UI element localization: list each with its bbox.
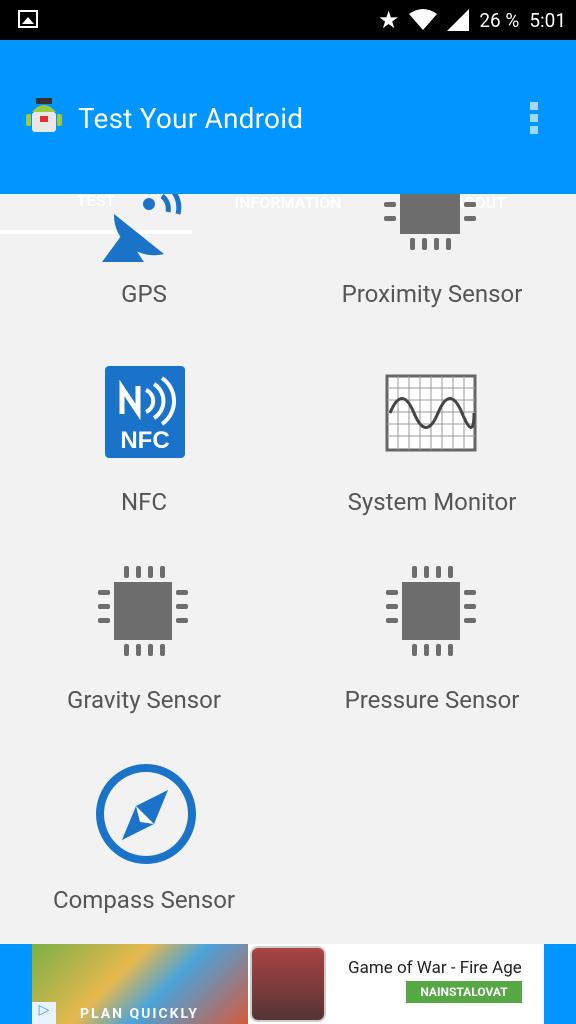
svg-text:NFC: NFC xyxy=(120,427,169,454)
item-label: Gravity Sensor xyxy=(67,686,221,714)
battery-text: 26 % xyxy=(479,8,520,32)
chip-icon xyxy=(386,566,476,656)
chip-icon xyxy=(384,194,476,250)
satellite-dish-icon xyxy=(102,194,182,262)
gallery-notification-icon xyxy=(18,10,38,28)
grid-item-system-monitor[interactable]: System Monitor xyxy=(288,364,576,564)
ad-install-button[interactable]: NAINSTALOVAT xyxy=(406,981,522,1003)
app-logo-icon xyxy=(26,98,62,132)
sensor-grid: GPS Proximity Sensor NFC NFC System Moni… xyxy=(0,194,576,944)
star-icon: ★ xyxy=(377,6,400,34)
item-label: Compass Sensor xyxy=(52,886,236,914)
item-label: System Monitor xyxy=(347,488,517,516)
adchoices-icon[interactable]: ▷ xyxy=(32,1002,56,1024)
status-right: ★ 26 % 5:01 xyxy=(378,0,566,40)
oscilloscope-icon xyxy=(385,374,477,452)
clock: 5:01 xyxy=(529,8,566,32)
status-bar: ★ 26 % 5:01 xyxy=(0,0,576,40)
item-label: GPS xyxy=(121,280,167,308)
app-bar: Test Your Android TEST INFORMATION ABOUT xyxy=(0,40,576,234)
grid-item-proximity-sensor[interactable]: Proximity Sensor xyxy=(288,194,576,374)
item-label: Pressure Sensor xyxy=(344,686,520,714)
wifi-icon xyxy=(409,9,438,30)
chip-icon xyxy=(98,566,188,656)
ad-thumbnail[interactable]: PLAN QUICKLY xyxy=(32,944,248,1024)
ad-thumbnail-text: PLAN QUICKLY xyxy=(80,1006,199,1022)
overflow-menu-icon[interactable] xyxy=(530,102,538,136)
ad-app-icon[interactable] xyxy=(250,946,326,1022)
grid-item-gps[interactable]: GPS xyxy=(0,194,288,374)
nfc-icon: NFC xyxy=(105,366,185,458)
app-title: Test Your Android xyxy=(78,102,304,135)
item-label: Proximity Sensor xyxy=(341,280,523,308)
compass-icon xyxy=(96,764,196,864)
grid-item-nfc[interactable]: NFC NFC xyxy=(0,364,288,564)
grid-item-pressure-sensor[interactable]: Pressure Sensor xyxy=(288,564,576,764)
grid-item-gravity-sensor[interactable]: Gravity Sensor xyxy=(0,564,288,764)
ad-content[interactable]: PLAN QUICKLY Game of War - Fire Age NAIN… xyxy=(32,944,544,1024)
item-label: NFC xyxy=(120,488,167,516)
signal-icon xyxy=(447,9,470,31)
ad-banner[interactable]: PLAN QUICKLY Game of War - Fire Age NAIN… xyxy=(0,944,576,1024)
ad-app-name: Game of War - Fire Age xyxy=(348,958,522,978)
grid-item-compass-sensor[interactable]: Compass Sensor xyxy=(0,762,288,944)
